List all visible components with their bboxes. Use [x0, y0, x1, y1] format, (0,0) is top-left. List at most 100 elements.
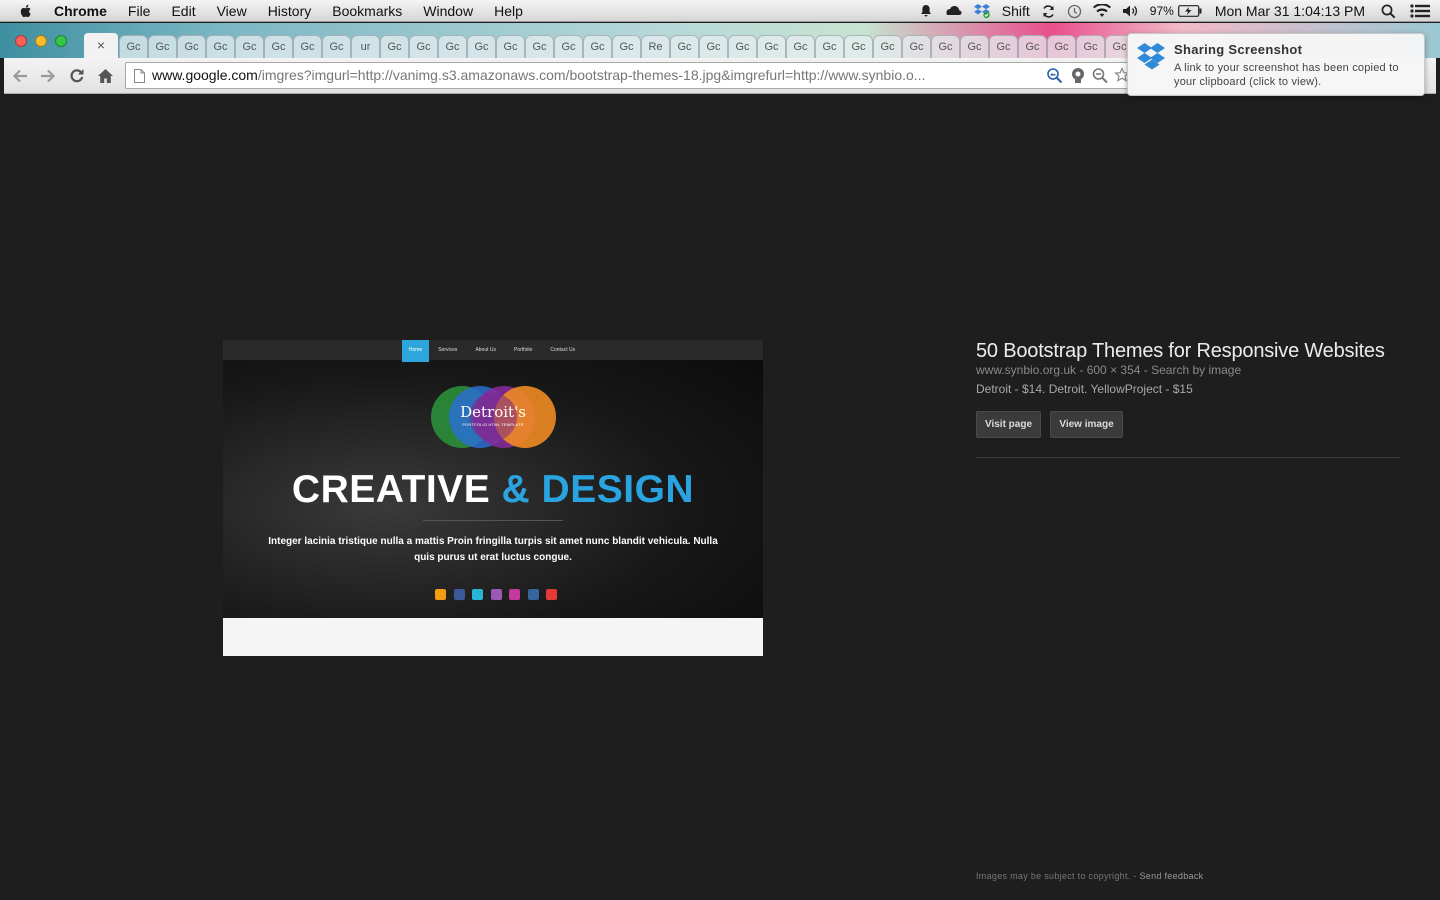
- preview-social-icons: [435, 589, 557, 600]
- sync-icon[interactable]: [1041, 4, 1056, 19]
- tab-item[interactable]: Gc: [148, 35, 177, 58]
- tab-active[interactable]: ×: [84, 33, 118, 58]
- social-icon: [509, 589, 520, 600]
- tab-item[interactable]: Gc: [467, 35, 496, 58]
- search-by-image-icon[interactable]: [1046, 67, 1064, 84]
- footer: Images may be subject to copyright. - Se…: [976, 871, 1203, 881]
- preview-nav-item: Contact Us: [550, 347, 576, 353]
- spotlight-search-icon[interactable]: [1381, 4, 1396, 19]
- tab-item[interactable]: Gc: [409, 35, 438, 58]
- wifi-icon[interactable]: [1092, 4, 1111, 18]
- cloud-app-icon[interactable]: [944, 4, 962, 18]
- view-image-button[interactable]: View image: [1050, 411, 1123, 438]
- reload-button[interactable]: [67, 66, 87, 86]
- tab-item[interactable]: Gc: [206, 35, 235, 58]
- menu-bookmarks[interactable]: Bookmarks: [332, 3, 402, 19]
- copyright-notice: Images may be subject to copyright. -: [976, 871, 1140, 881]
- preview-nav-item: Services: [438, 347, 458, 353]
- tab-item[interactable]: Gc: [583, 35, 612, 58]
- dropbox-sync-icon[interactable]: [973, 3, 991, 19]
- social-icon: [453, 589, 465, 600]
- tab-item[interactable]: Gc: [177, 35, 206, 58]
- dropbox-notification[interactable]: Sharing Screenshot A link to your screen…: [1127, 33, 1425, 96]
- home-button[interactable]: [95, 66, 115, 86]
- tab-item[interactable]: Re: [641, 35, 670, 58]
- url-host: www.google.com: [152, 67, 258, 83]
- headline-white: CREATIVE: [291, 468, 502, 511]
- menu-file[interactable]: File: [128, 3, 151, 19]
- forward-button[interactable]: [38, 66, 58, 86]
- tab-item[interactable]: Gc: [264, 35, 293, 58]
- tab-item[interactable]: Gc: [612, 35, 641, 58]
- tab-item[interactable]: Gc: [1047, 35, 1076, 58]
- battery-percentage[interactable]: 97%: [1150, 4, 1174, 18]
- zoom-icon[interactable]: [1092, 67, 1108, 84]
- headline-blue: & DESIGN: [501, 468, 695, 511]
- zoom-window-button[interactable]: [55, 35, 67, 47]
- image-title-link[interactable]: 50 Bootstrap Themes for Responsive Websi…: [976, 340, 1385, 363]
- tab-item[interactable]: Gc: [960, 35, 989, 58]
- image-meta[interactable]: www.synbio.org.uk - 600 × 354 - Search b…: [976, 363, 1241, 377]
- detroit-logo: Detroit's PORTFOLIO HTML TEMPLATE: [428, 385, 558, 449]
- tab-item[interactable]: Gc: [554, 35, 583, 58]
- tab-item[interactable]: Gc: [438, 35, 467, 58]
- tab-item[interactable]: Gc: [1018, 35, 1047, 58]
- tab-item[interactable]: Gc: [525, 35, 554, 58]
- tab-item[interactable]: Gc: [496, 35, 525, 58]
- preview-navbar: Home Services About Us Portfolio Contact Us: [223, 340, 763, 362]
- battery-icon[interactable]: [1177, 5, 1202, 17]
- social-icon: [546, 589, 557, 600]
- tab-item[interactable]: Gc: [786, 35, 815, 58]
- reload-icon: [70, 69, 84, 83]
- tab-item[interactable]: Gc: [728, 35, 757, 58]
- extension-icon[interactable]: [1070, 67, 1086, 84]
- menu-window[interactable]: Window: [423, 3, 473, 19]
- minimize-window-button[interactable]: [35, 35, 47, 47]
- preview-nav-item: Portfolio: [514, 347, 533, 353]
- tab-item[interactable]: Gc: [322, 35, 351, 58]
- tab-item[interactable]: Gc: [699, 35, 728, 58]
- home-icon: [97, 69, 113, 83]
- tab-item[interactable]: Gc: [670, 35, 699, 58]
- image-preview[interactable]: Home Services About Us Portfolio Contact Us …: [223, 340, 763, 656]
- preview-divider: [423, 520, 563, 521]
- tab-item[interactable]: Gc: [931, 35, 960, 58]
- shift-status[interactable]: Shift: [1002, 3, 1030, 19]
- tab-item[interactable]: Gc: [873, 35, 902, 58]
- tab-item[interactable]: ur: [351, 35, 380, 58]
- tab-item[interactable]: Gc: [1076, 35, 1105, 58]
- time-machine-icon[interactable]: [1067, 4, 1082, 19]
- tab-item[interactable]: Gc: [119, 35, 148, 58]
- social-icon: [472, 589, 483, 600]
- tab-item[interactable]: Gc: [815, 35, 844, 58]
- menu-chrome[interactable]: Chrome: [54, 3, 107, 19]
- tab-close-icon[interactable]: ×: [97, 37, 105, 53]
- tab-item[interactable]: Gc: [844, 35, 873, 58]
- back-button[interactable]: [10, 66, 30, 86]
- notification-center-icon[interactable]: [1410, 4, 1430, 18]
- notification-bell-icon[interactable]: [919, 4, 933, 18]
- tab-item[interactable]: Gc: [757, 35, 786, 58]
- send-feedback-link[interactable]: Send feedback: [1139, 871, 1203, 881]
- url-text: www.google.com/imgres?imgurl=http://vani…: [152, 63, 1044, 88]
- address-bar[interactable]: www.google.com/imgres?imgurl=http://vani…: [125, 62, 1135, 89]
- tab-list: Gc Gc Gc Gc Gc Gc Gc Gc ur Gc Gc Gc Gc Gc Gc Gc Gc Gc Re Gc…: [119, 35, 1163, 58]
- omnibox-actions: [1046, 67, 1130, 84]
- menu-view[interactable]: View: [217, 3, 247, 19]
- tab-item[interactable]: Gc: [293, 35, 322, 58]
- tab-item[interactable]: Gc: [989, 35, 1018, 58]
- tab-item[interactable]: Gc: [380, 35, 409, 58]
- tab-item[interactable]: Gc: [902, 35, 931, 58]
- back-arrow-icon: [12, 69, 27, 83]
- close-window-button[interactable]: [15, 35, 27, 47]
- volume-icon[interactable]: [1122, 4, 1139, 18]
- menu-help[interactable]: Help: [494, 3, 523, 19]
- menubar-clock[interactable]: Mon Mar 31 1:04:13 PM: [1215, 3, 1365, 19]
- tab-item[interactable]: Gc: [235, 35, 264, 58]
- menu-history[interactable]: History: [268, 3, 312, 19]
- menu-edit[interactable]: Edit: [171, 3, 195, 19]
- preview-headline: CREATIVE & DESIGN: [223, 468, 763, 512]
- apple-menu-icon[interactable]: [18, 3, 34, 19]
- preview-nav-item: About Us: [475, 347, 497, 353]
- visit-page-button[interactable]: Visit page: [976, 411, 1041, 438]
